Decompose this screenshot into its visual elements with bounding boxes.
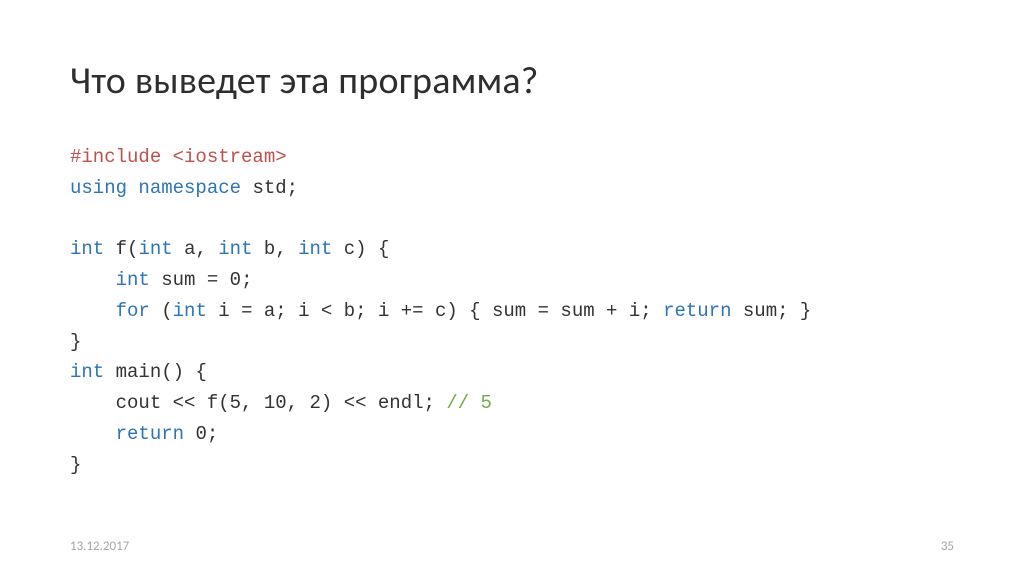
- token-type: int: [218, 238, 252, 260]
- token-type: int: [70, 361, 104, 383]
- slide-title: Что выведет эта программа?: [70, 58, 954, 104]
- token-op: ,: [195, 238, 218, 260]
- code-line-8: int main() {: [70, 361, 207, 383]
- token-ident: std: [252, 177, 286, 199]
- token-preprocessor: #include <iostream>: [70, 146, 287, 168]
- token-type: int: [173, 300, 207, 322]
- token-op: (: [127, 238, 138, 260]
- token-op: ;: [287, 177, 298, 199]
- indent: [70, 269, 116, 291]
- slide: Что выведет эта программа? #include <ios…: [0, 0, 1024, 576]
- token-keyword: namespace: [138, 177, 241, 199]
- token-op: ,: [275, 238, 298, 260]
- code-block: #include <iostream> using namespace std;…: [70, 142, 954, 480]
- code-line-9: cout << f(5, 10, 2) << endl; // 5: [70, 392, 492, 414]
- code-line-11: }: [70, 454, 81, 476]
- token-keyword: for: [116, 300, 150, 322]
- indent: [70, 300, 116, 322]
- token-ident: sum: [161, 269, 195, 291]
- code-line-10: return 0;: [70, 423, 218, 445]
- token-ident: b: [264, 238, 275, 260]
- token-type: int: [116, 269, 150, 291]
- token-keyword: using: [70, 177, 127, 199]
- code-line-4: int f(int a, int b, int c) {: [70, 238, 389, 260]
- code-line-1: #include <iostream>: [70, 146, 287, 168]
- code-line-5: int sum = 0;: [70, 269, 252, 291]
- token-keyword: return: [663, 300, 731, 322]
- footer-page-number: 35: [941, 539, 954, 554]
- token-number: 0: [195, 423, 206, 445]
- token-ident: main: [116, 361, 162, 383]
- token-comment: // 5: [446, 392, 492, 414]
- token-type: int: [298, 238, 332, 260]
- token-number: 0: [230, 269, 241, 291]
- token-op: =: [195, 269, 229, 291]
- token-ident: c: [344, 238, 355, 260]
- footer-date: 13.12.2017: [70, 539, 129, 554]
- token-type: int: [70, 238, 104, 260]
- token-type: int: [138, 238, 172, 260]
- indent: [70, 392, 116, 414]
- token-op: ;: [241, 269, 252, 291]
- indent: [70, 423, 116, 445]
- code-line-6: for (int i = a; i < b; i += c) { sum = s…: [70, 300, 811, 322]
- token-op: ) {: [355, 238, 389, 260]
- token-keyword: return: [116, 423, 184, 445]
- slide-footer: 13.12.2017 35: [70, 539, 954, 554]
- token-ident: f: [116, 238, 127, 260]
- token-ident: a: [184, 238, 195, 260]
- code-line-2: using namespace std;: [70, 177, 298, 199]
- code-line-7: }: [70, 331, 81, 353]
